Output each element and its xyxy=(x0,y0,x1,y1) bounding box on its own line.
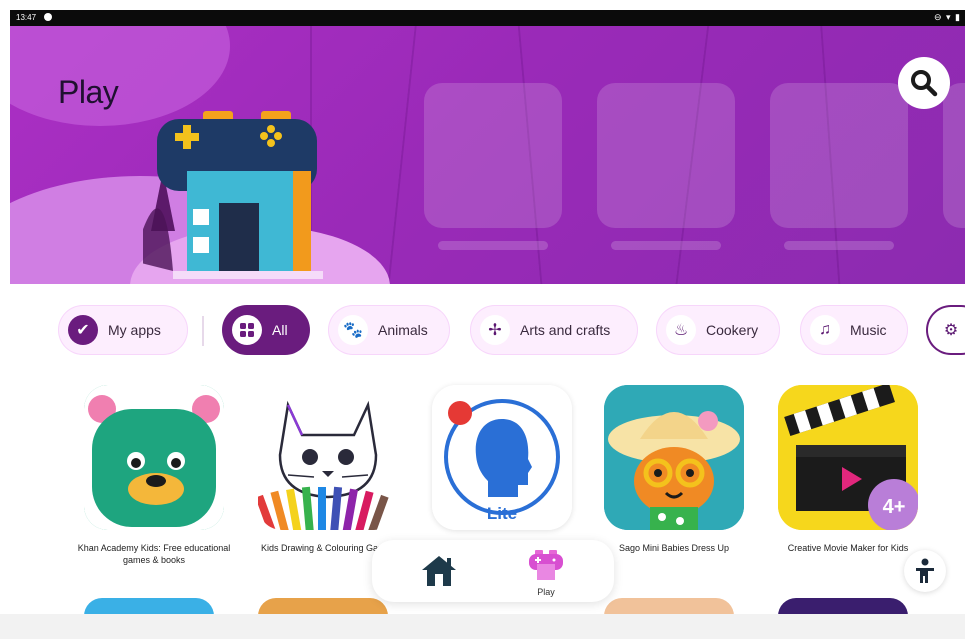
home-icon xyxy=(422,556,456,586)
notification-icon xyxy=(44,13,52,21)
featured-placeholder-bar xyxy=(611,241,721,250)
category-arts-and-crafts[interactable]: ✢ Arts and crafts xyxy=(470,305,638,355)
accessibility-button[interactable] xyxy=(904,550,946,592)
app-icon: Lite xyxy=(432,385,572,530)
category-label: Cookery xyxy=(706,322,759,338)
featured-placeholder xyxy=(424,83,562,228)
app-label: Creative Movie Maker for Kids xyxy=(787,543,909,553)
nav-play-button[interactable]: Play xyxy=(520,550,572,598)
app-icon xyxy=(258,385,398,530)
bottom-system-bar xyxy=(0,614,965,639)
category-divider xyxy=(202,316,204,346)
category-label: Animals xyxy=(378,322,428,338)
app-icon-text: Lite xyxy=(487,504,517,523)
music-note-icon: ♫ xyxy=(810,315,840,345)
category-animals[interactable]: 🐾 Animals xyxy=(328,305,450,355)
pot-icon: ♨ xyxy=(666,315,696,345)
app-icon xyxy=(84,385,224,530)
category-cookery[interactable]: ♨ Cookery xyxy=(656,305,780,355)
category-label: Arts and crafts xyxy=(520,322,611,338)
category-bar: ✔ My apps All 🐾 Animals ✢ Arts and craft… xyxy=(10,302,965,362)
nav-play-label: Play xyxy=(537,587,555,597)
featured-placeholder xyxy=(943,83,965,228)
category-my-apps[interactable]: ✔ My apps xyxy=(58,305,188,355)
category-more[interactable]: ⚙ xyxy=(926,305,965,355)
game-house-illustration xyxy=(143,111,323,279)
nav-home-button[interactable] xyxy=(420,554,458,588)
status-bar: 13:47 ⊖ ▾ ▮ xyxy=(10,10,965,26)
pinwheel-icon: ✢ xyxy=(480,315,510,345)
category-label: Music xyxy=(850,322,887,338)
grid-icon xyxy=(232,315,262,345)
page-title: Play xyxy=(58,74,119,110)
featured-placeholder xyxy=(597,83,735,228)
category-all[interactable]: All xyxy=(222,305,310,355)
featured-placeholder xyxy=(770,83,908,228)
app-icon: 4+ xyxy=(778,385,918,530)
category-label: My apps xyxy=(108,322,161,338)
app-icon xyxy=(604,385,744,530)
game-controller-icon xyxy=(529,550,563,580)
featured-placeholder-bar xyxy=(438,241,548,250)
status-time: 13:47 xyxy=(16,13,37,22)
app-label: Khan Academy Kids: Free educational game… xyxy=(77,543,231,565)
age-badge: 4+ xyxy=(883,496,906,518)
search-icon xyxy=(911,70,938,97)
paw-icon: 🐾 xyxy=(338,315,368,345)
featured-placeholder-bar xyxy=(784,241,894,250)
gear-icon: ⚙ xyxy=(943,322,959,339)
category-label: All xyxy=(272,322,288,338)
status-icons: ⊖ ▾ ▮ xyxy=(933,12,961,22)
hero-banner: Play xyxy=(10,26,965,284)
check-circle-icon: ✔ xyxy=(68,315,98,345)
category-music[interactable]: ♫ Music xyxy=(800,305,908,355)
search-button[interactable] xyxy=(898,57,950,109)
accessibility-icon xyxy=(916,558,934,583)
bottom-navigation: Play xyxy=(372,540,614,602)
app-label: Sago Mini Babies Dress Up xyxy=(618,543,730,553)
